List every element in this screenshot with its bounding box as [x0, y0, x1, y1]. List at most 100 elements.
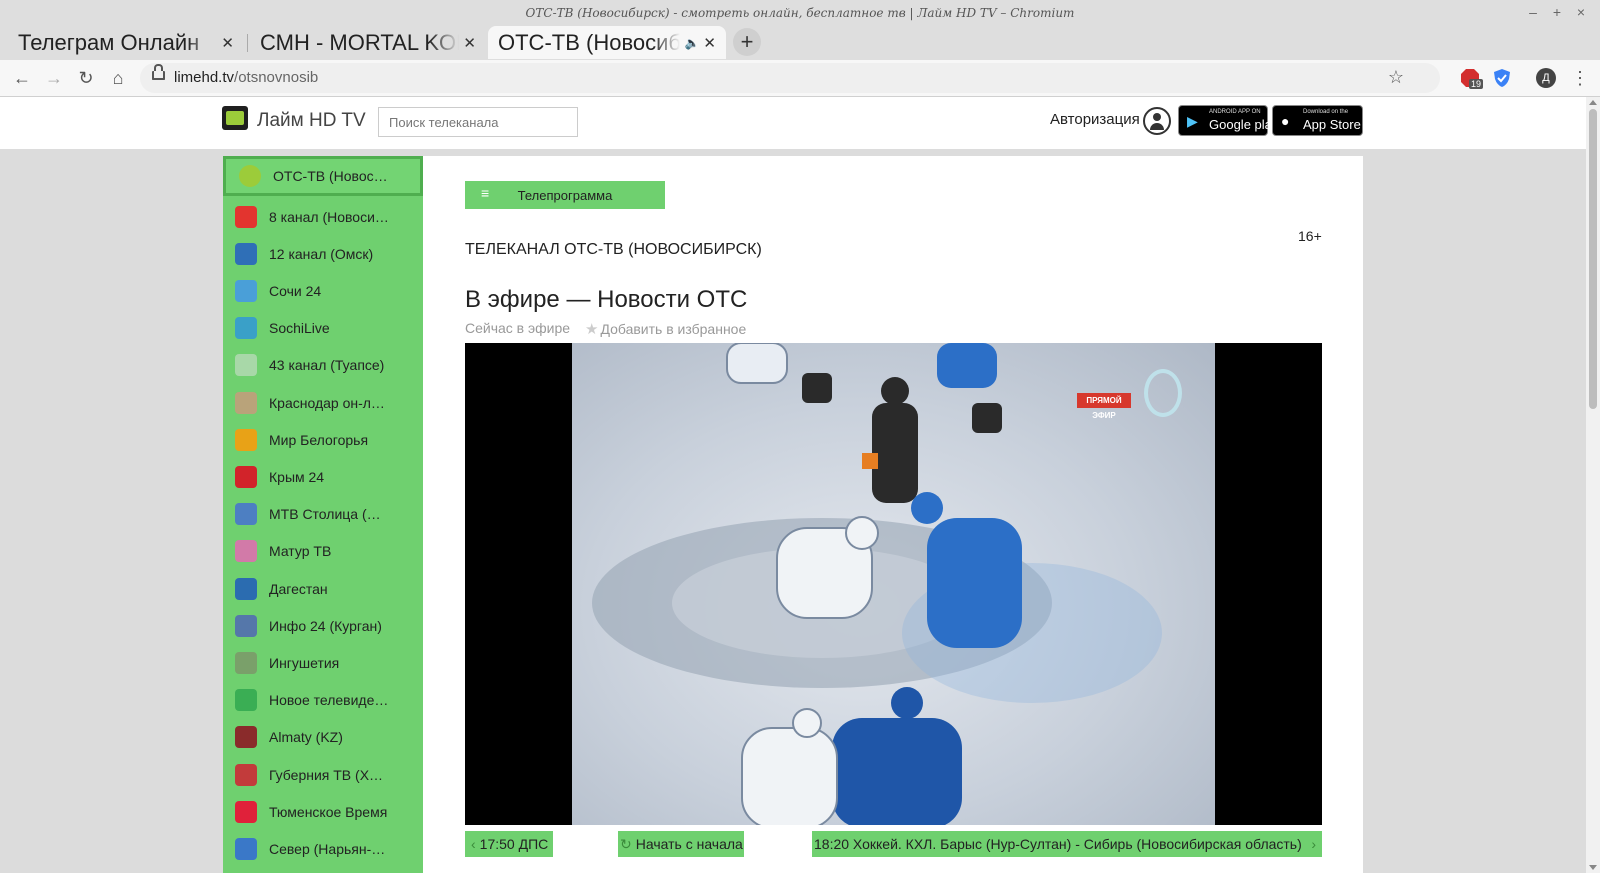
- now-on-air-label: Сейчас в эфире: [465, 320, 571, 336]
- site-logo-text[interactable]: Лайм HD TV: [257, 110, 366, 132]
- channel-item[interactable]: SochiLive: [223, 310, 423, 347]
- channel-item[interactable]: МТВ Столица (Махачкала): [223, 496, 423, 533]
- channel-search-input[interactable]: [378, 107, 578, 137]
- window-title: ОТС-ТВ (Новосибирск) - смотреть онлайн, …: [525, 6, 1075, 20]
- close-tab-icon[interactable]: ✕: [463, 34, 476, 52]
- channel-item[interactable]: Мир Белогорья: [223, 421, 423, 458]
- channel-item[interactable]: ОТС-ТВ (Новосибирск): [223, 156, 423, 196]
- chevron-left-icon: ‹: [471, 836, 476, 852]
- on-air-title: В эфире — Новости ОТС: [465, 286, 748, 313]
- channel-logo-icon: [235, 614, 257, 637]
- channel-name: 43 канал (Туапсе): [269, 357, 385, 374]
- reload-icon[interactable]: ↻: [74, 66, 98, 90]
- adblock-extension-icon[interactable]: 19: [1460, 68, 1484, 89]
- restart-button[interactable]: ↻ Начать с начала: [618, 831, 744, 857]
- new-tab-button[interactable]: +: [733, 28, 761, 56]
- add-favorite-link[interactable]: ★ Добавить в избранное: [585, 320, 746, 338]
- tv-guide-button[interactable]: ≡ Телепрограмма: [465, 181, 665, 209]
- live-badge: ПРЯМОЙ ЭФИР: [1077, 393, 1131, 420]
- main-content: ≡ Телепрограмма 16+ ТЕЛЕКАНАЛ ОТС-ТВ (НО…: [423, 156, 1363, 873]
- scroll-down-icon[interactable]: [1589, 865, 1597, 870]
- channel-item[interactable]: Almaty (KZ): [223, 719, 423, 756]
- channel-logo-icon: [235, 503, 257, 526]
- tab-ots-tv[interactable]: ОТС-ТВ (Новосибирск) 🔈 ✕: [488, 26, 726, 206]
- google-play-button[interactable]: ▶ ANDROID APP ON Google play: [1178, 105, 1278, 136]
- channel-item[interactable]: 12 канал (Омск): [223, 235, 423, 272]
- speaker-icon[interactable]: 🔈: [684, 36, 699, 50]
- channel-name: Дагестан: [269, 580, 328, 597]
- channel-item[interactable]: 43 канал (Туапсе): [223, 347, 423, 384]
- channel-item[interactable]: Матур ТВ: [223, 533, 423, 570]
- channel-item[interactable]: Губерния ТВ (Хабаровск): [223, 756, 423, 793]
- user-avatar-icon[interactable]: [1143, 107, 1171, 135]
- google-play-big-text: Google play: [1209, 117, 1279, 132]
- url-path: /otsnovnosib: [234, 69, 319, 86]
- maximize-icon[interactable]: +: [1548, 4, 1566, 20]
- channel-item[interactable]: Крым 24: [223, 458, 423, 495]
- scrollbar-thumb[interactable]: [1589, 109, 1597, 409]
- restart-icon: ↻: [620, 835, 632, 852]
- app-store-button[interactable]: ● Download on the App Store: [1272, 105, 1363, 136]
- channel-item[interactable]: Север (Нарьян-Мар): [223, 830, 423, 867]
- channel-logo-icon: [235, 242, 257, 265]
- shield-extension-icon[interactable]: [1492, 68, 1512, 88]
- video-frame: ПРЯМОЙ ЭФИР: [572, 343, 1215, 825]
- channel-name: Север (Нарьян-Мар): [269, 840, 389, 857]
- address-bar[interactable]: limehd.tv/otsnovnosib ☆: [140, 63, 1440, 93]
- channel-logo-icon: [235, 577, 257, 600]
- channel-logo-icon: [235, 354, 257, 377]
- close-window-icon[interactable]: ×: [1572, 4, 1590, 20]
- hockey-scene-image: [592, 343, 1162, 825]
- scroll-up-icon[interactable]: [1589, 100, 1597, 105]
- minimize-icon[interactable]: –: [1524, 4, 1542, 20]
- tab-mortal-kombat[interactable]: СМН - MORTAL KOMBAT ✕: [250, 26, 486, 206]
- page-scrollbar[interactable]: [1586, 97, 1600, 873]
- menu-kebab-icon[interactable]: ⋮: [1568, 66, 1592, 90]
- channel-item[interactable]: Краснодар он-лайн: [223, 384, 423, 421]
- channel-item[interactable]: Новое телевидение: [223, 682, 423, 719]
- channel-item[interactable]: Инфо 24 (Курган): [223, 607, 423, 644]
- video-player[interactable]: ПРЯМОЙ ЭФИР: [465, 343, 1322, 825]
- tab-title: Телеграм Онлайн: [18, 29, 200, 55]
- channel-item[interactable]: 8 канал (Новосибирск): [223, 198, 423, 235]
- tab-divider: [247, 34, 248, 52]
- channel-logo-icon: [235, 205, 257, 228]
- channel-logo-icon: [235, 465, 257, 488]
- next-program-button[interactable]: 18:20 Хоккей. КХЛ. Барыс (Нур-Султан) - …: [812, 831, 1322, 857]
- back-icon[interactable]: ←: [10, 66, 34, 90]
- channel-item[interactable]: Ингушетия: [223, 644, 423, 681]
- age-rating: 16+: [1298, 228, 1322, 244]
- bookmark-star-icon[interactable]: ☆: [1388, 67, 1404, 88]
- forward-icon[interactable]: →: [42, 66, 66, 90]
- play-store-icon: ▶: [1187, 113, 1198, 129]
- close-tab-icon[interactable]: ✕: [703, 34, 716, 52]
- channel-logo-icon: [235, 763, 257, 786]
- channel-name: Ингушетия: [269, 654, 340, 671]
- program-controls: ‹ 17:50 ДПС ↻ Начать с начала 18:20 Хокк…: [465, 831, 1322, 857]
- app-store-big-text: App Store: [1303, 117, 1361, 132]
- channel-item[interactable]: Сочи 24: [223, 272, 423, 309]
- channel-name: Almaty (KZ): [269, 729, 343, 746]
- restart-label: Начать с начала: [635, 836, 743, 852]
- prev-program-label: 17:50 ДПС: [479, 836, 549, 852]
- channel-item[interactable]: Тюменское Время: [223, 793, 423, 830]
- channel-logo-icon: [235, 837, 257, 860]
- close-tab-icon[interactable]: ✕: [221, 34, 234, 52]
- tv-logo-icon[interactable]: [222, 106, 248, 130]
- home-icon[interactable]: ⌂: [106, 66, 130, 90]
- prev-program-button[interactable]: ‹ 17:50 ДПС: [465, 831, 553, 857]
- channel-logo-icon: [235, 279, 257, 302]
- channel-logo-icon: [235, 726, 257, 749]
- channel-logo-icon: [235, 800, 257, 823]
- channel-item[interactable]: Дагестан: [223, 570, 423, 607]
- channel-list: ОТС-ТВ (Новосибирск) 8 канал (Новосибирск…: [223, 156, 423, 873]
- channel-name: Сочи 24: [269, 282, 322, 299]
- channel-name: Краснодар он-лайн: [269, 394, 389, 411]
- profile-avatar[interactable]: Д: [1536, 68, 1556, 88]
- channel-watermark-icon: [1144, 369, 1182, 417]
- channel-name: МТВ Столица (Махачкала): [269, 506, 389, 523]
- auth-link[interactable]: Авторизация: [1050, 111, 1140, 128]
- tab-telegram[interactable]: Телеграм Онлайн ✕: [8, 26, 244, 206]
- channel-logo-icon: [235, 540, 257, 563]
- url-host: limehd.tv: [174, 69, 235, 86]
